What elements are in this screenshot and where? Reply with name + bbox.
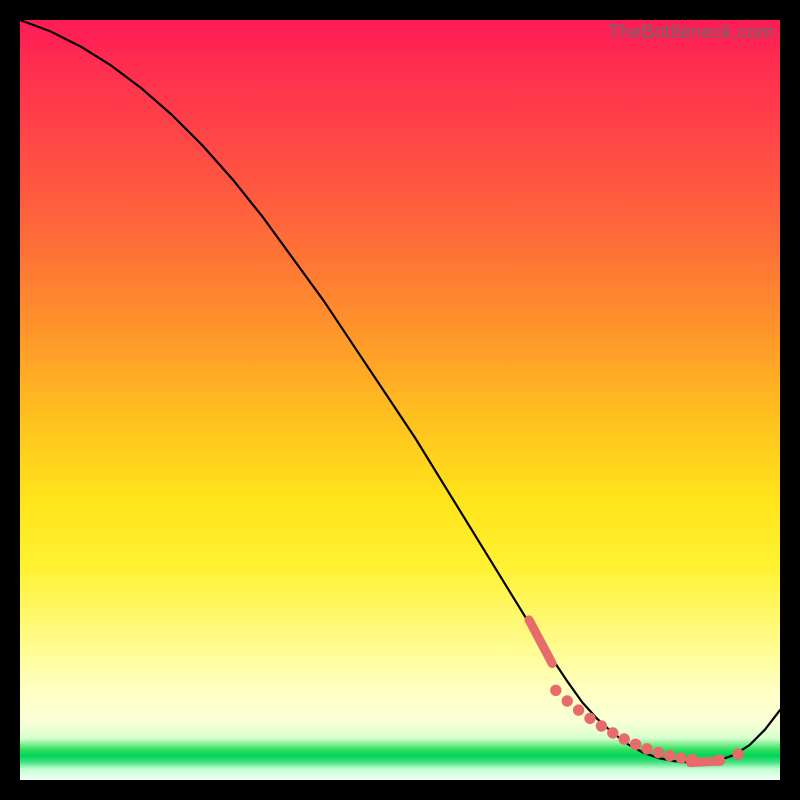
highlight-dot	[653, 747, 663, 757]
highlight-dot	[596, 721, 606, 731]
highlight-dot	[665, 751, 675, 761]
chart-overlay-svg	[20, 20, 780, 780]
highlight-dot	[608, 728, 618, 738]
highlight-cap	[690, 761, 720, 763]
highlight-cap	[529, 620, 552, 664]
highlight-dot	[551, 685, 561, 695]
highlight-dot	[676, 753, 686, 763]
highlight-dot	[585, 713, 595, 723]
chart-plot-area: TheBottleneck.com	[20, 20, 780, 780]
bottleneck-curve	[20, 20, 780, 763]
highlight-dot	[642, 744, 652, 754]
highlight-dot	[619, 734, 629, 744]
highlight-dot	[562, 696, 572, 706]
highlight-dot	[573, 705, 583, 715]
highlight-dot	[733, 749, 743, 759]
chart-frame: TheBottleneck.com	[0, 0, 800, 800]
highlight-dot	[630, 739, 640, 749]
